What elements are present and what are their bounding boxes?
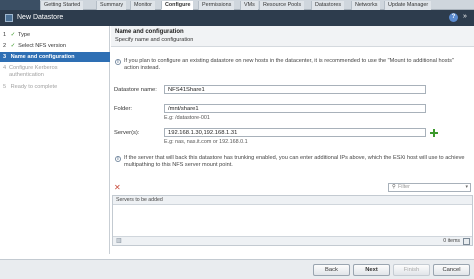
step-select-nfs-version[interactable]: 2 ✓ Select NFS version bbox=[0, 41, 110, 51]
add-server-plus-icon[interactable] bbox=[430, 129, 438, 137]
tab-permissions[interactable]: Permissions bbox=[198, 1, 235, 10]
filter-input[interactable]: ⚲ Filter ▾ bbox=[388, 183, 471, 192]
step-number: 2 bbox=[3, 43, 7, 49]
tab-configure[interactable]: Configure bbox=[161, 1, 194, 10]
step-label: Select NFS version bbox=[18, 43, 66, 49]
tab-update-manager[interactable]: Update Manager bbox=[384, 1, 432, 10]
step-label-continued: authentication bbox=[9, 72, 44, 78]
step-number: 5 bbox=[3, 84, 7, 90]
step-number: 3 bbox=[3, 54, 7, 60]
tab-resource-pools[interactable]: Resource Pools bbox=[259, 1, 305, 10]
filter-placeholder: Filter bbox=[398, 184, 410, 190]
cancel-button[interactable]: Cancel bbox=[433, 264, 470, 276]
column-header-servers[interactable]: Servers to be added bbox=[113, 196, 472, 205]
folder-hint: E.g: /datastore-001 bbox=[164, 115, 210, 121]
servers-input[interactable] bbox=[164, 128, 426, 137]
folder-input[interactable] bbox=[164, 104, 426, 113]
section-subtitle: Specify name and configuration bbox=[115, 37, 194, 43]
dialog-footer: Back Next Finish Cancel bbox=[0, 259, 474, 279]
finish-button: Finish bbox=[393, 264, 430, 276]
step-label: Type bbox=[18, 32, 31, 38]
step-type[interactable]: 1 ✓ Type bbox=[0, 30, 110, 40]
table-footer: ▥ 0 items bbox=[113, 236, 472, 245]
datastore-logo-icon bbox=[5, 14, 13, 22]
top-tab-bar: Getting Started Summary Monitor Configur… bbox=[0, 0, 474, 10]
expand-icon[interactable]: » bbox=[461, 13, 469, 21]
item-count: 0 items bbox=[443, 238, 460, 244]
datastore-name-input[interactable] bbox=[164, 85, 426, 94]
step-configure-kerberos: 4 Configure Kerberos authentication bbox=[0, 64, 110, 80]
step-label: Name and configuration bbox=[10, 54, 75, 60]
next-button[interactable]: Next bbox=[353, 264, 390, 276]
tab-summary[interactable]: Summary bbox=[96, 1, 127, 10]
info-icon: i bbox=[115, 156, 121, 162]
tab-datastores[interactable]: Datastores bbox=[311, 1, 345, 10]
step-label: Ready to complete bbox=[10, 84, 58, 90]
servers-table: Servers to be added ▥ 0 items bbox=[112, 195, 473, 246]
info-message-trunking: i If the server that will back this data… bbox=[115, 155, 470, 169]
info-text: If you plan to configure an existing dat… bbox=[124, 58, 454, 71]
servers-table-toolbar: ✕ ⚲ Filter ▾ bbox=[111, 182, 474, 194]
dialog-title-bar: New Datastore ? » bbox=[0, 10, 474, 26]
datastore-name-label: Datastore name: bbox=[114, 87, 157, 93]
section-header: Name and configuration Specify name and … bbox=[111, 26, 474, 47]
info-text: If the server that will back this datast… bbox=[124, 155, 465, 168]
tab-bar-left-area bbox=[0, 0, 40, 10]
info-icon: i bbox=[115, 59, 121, 65]
copy-icon[interactable] bbox=[463, 238, 470, 245]
step-ready-to-complete: 5 Ready to complete bbox=[0, 82, 110, 92]
folder-label: Folder: bbox=[114, 106, 133, 112]
remove-x-icon[interactable]: ✕ bbox=[114, 184, 121, 192]
tab-monitor[interactable]: Monitor bbox=[130, 1, 155, 10]
chevron-down-icon[interactable]: ▾ bbox=[465, 184, 468, 191]
step-label: Configure Kerberos bbox=[9, 65, 58, 71]
dialog-title: New Datastore bbox=[17, 14, 64, 21]
step-number: 1 bbox=[3, 32, 7, 38]
section-title: Name and configuration bbox=[115, 29, 184, 35]
tab-getting-started[interactable]: Getting Started bbox=[40, 1, 84, 10]
checkmark-icon: ✓ bbox=[10, 43, 16, 49]
wizard-steps: 1 ✓ Type 2 ✓ Select NFS version 3 Name a… bbox=[0, 26, 110, 254]
servers-hint: E.g: nas, nas.it.com or 192.168.0.1 bbox=[164, 139, 248, 145]
tab-vms[interactable]: VMs bbox=[240, 1, 258, 10]
servers-label: Server(s): bbox=[114, 130, 140, 136]
column-selector-icon[interactable]: ▥ bbox=[116, 238, 123, 245]
checkmark-icon: ✓ bbox=[10, 32, 16, 38]
step-name-and-configuration[interactable]: 3 Name and configuration bbox=[0, 52, 110, 62]
help-icon[interactable]: ? bbox=[449, 13, 458, 22]
info-message-mount: i If you plan to configure an existing d… bbox=[115, 58, 470, 72]
back-button[interactable]: Back bbox=[313, 264, 350, 276]
wizard-content: Name and configuration Specify name and … bbox=[111, 26, 474, 254]
tab-networks[interactable]: Networks bbox=[351, 1, 381, 10]
